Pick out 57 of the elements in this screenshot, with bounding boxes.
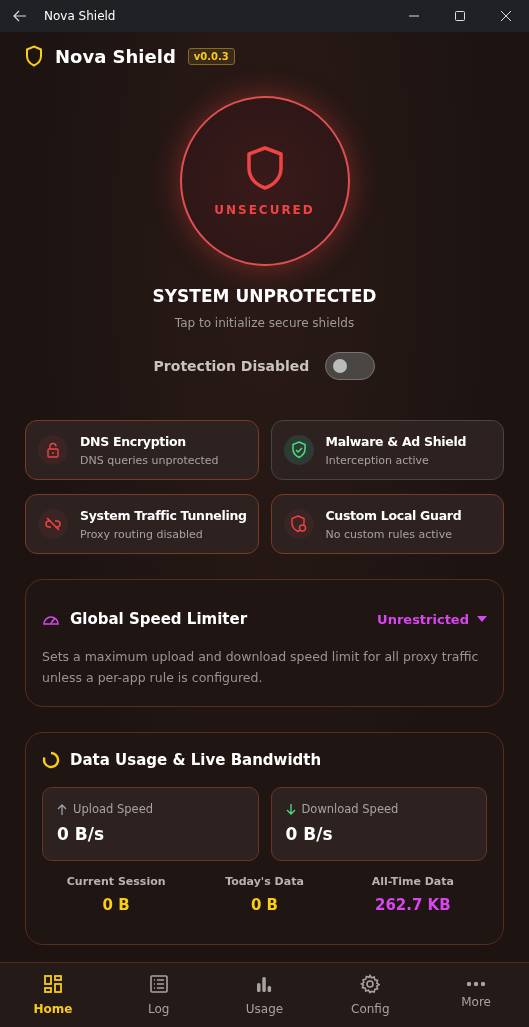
speed-limiter-title: Global Speed Limiter [70,610,248,628]
feature-card[interactable]: Malware & Ad Shield Interception active [270,420,504,480]
speed-label: Download Speed [301,802,399,816]
dashboard-icon [42,974,63,994]
feature-card[interactable]: System Traffic Tunneling Proxy routing disabled [25,494,259,554]
unlocked-padlock-icon [45,442,61,458]
toggle-label: Protection Disabled [153,358,310,374]
speed-value: 0 B/s [285,824,334,844]
shield-icon [25,45,43,67]
app-title: Nova Shield [55,45,176,67]
feature-status: DNS queries unprotected [80,453,219,467]
speed-limiter-description: Sets a maximum upload and download speed limit for all proxy traffic unless a per-app rule is configured. [42,648,480,687]
status-label: UNSECURED [214,203,315,217]
shield-check-icon [290,441,307,459]
up-arrow-icon [57,803,67,815]
usage-label: Today's Data [225,875,304,888]
window-title: Nova Shield [44,9,116,23]
nav-tab[interactable]: Home [12,970,93,1020]
status-subtitle: Tap to initialize secure shields [174,316,355,330]
usage-value: 0 B [102,896,130,914]
usage-label: All-Time Data [371,875,454,888]
settings-icon [360,974,381,994]
feature-status: Interception active [325,453,430,467]
feature-title: DNS Encryption [80,433,187,449]
feature-card[interactable]: DNS Encryption DNS queries unprotected [25,420,259,480]
speed-label: Upload Speed [73,802,153,816]
feature-title: System Traffic Tunneling [80,507,247,523]
feature-status: No custom rules active [325,527,453,541]
speed-limit-dropdown[interactable]: Unrestricted [377,611,487,627]
more-icon [466,981,487,987]
protection-switch[interactable] [325,352,376,380]
usage-value: 0 B [250,896,279,914]
feature-card[interactable]: Custom Local Guard No custom rules active [270,494,504,554]
shield-icon [244,145,285,191]
feature-status: Proxy routing disabled [80,527,204,541]
status-ring-button[interactable]: UNSECURED [179,96,350,266]
shield-badge-icon [290,515,307,533]
nav-tab[interactable]: More [436,977,517,1013]
close-icon[interactable] [501,11,511,21]
broken-link-icon [45,516,61,532]
back-arrow-icon[interactable] [12,8,28,24]
usage-value: 262.7 KB [374,896,451,914]
down-arrow-icon [285,803,296,815]
nav-tab[interactable]: Usage [224,970,305,1020]
nav-tab[interactable]: Config [330,970,411,1020]
data-usage-title: Data Usage & Live Bandwidth [70,751,322,769]
speed-value: 0 B/s [57,824,106,844]
nav-tab[interactable]: Log [118,970,199,1020]
caret-icon [477,616,487,622]
feature-title: Malware & Ad Shield [325,433,467,449]
loading-ring-icon [42,751,60,769]
status-title: SYSTEM UNPROTECTED [152,286,377,306]
feature-title: Custom Local Guard [325,507,462,523]
usage-label: Current Session [66,875,166,888]
version-badge: v0.0.3 [187,47,235,65]
maximize-icon[interactable] [455,11,465,21]
list-icon [148,974,169,994]
